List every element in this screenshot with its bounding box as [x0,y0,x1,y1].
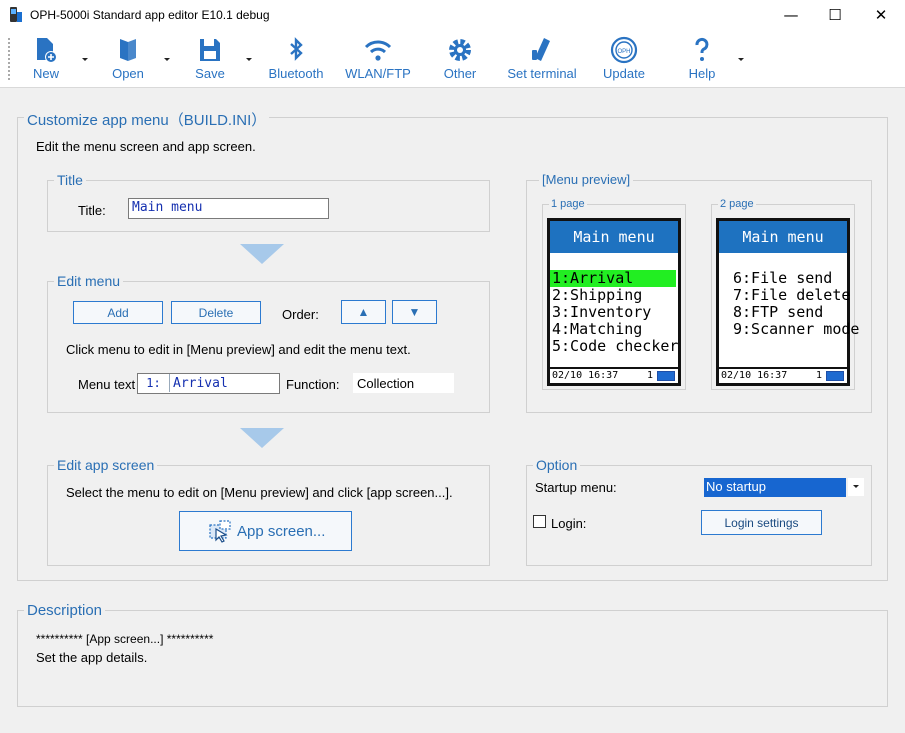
wifi-icon [364,40,392,61]
customize-header: Customize app menu（BUILD.INI） [24,109,270,130]
preview-2-num: 1 [815,370,822,381]
preview-1-status-bar: 02/10 16:37 1 [550,367,678,383]
order-down-button[interactable]: ▼ [392,300,437,324]
order-label: Order: [282,307,319,322]
app-screen-label: App screen... [237,523,326,540]
function-value: Collection [353,373,454,393]
preview-2-time: 02/10 16:37 [721,370,788,381]
edit-menu-hint: Click menu to edit in [Menu preview] and… [66,342,411,357]
login-checkbox[interactable] [533,515,546,528]
update-badge: OPH [617,49,630,55]
customize-subtitle: Edit the menu screen and app screen. [36,139,256,154]
toolbar-grip[interactable] [8,38,12,80]
open-button[interactable]: Open [108,34,148,84]
order-up-button[interactable]: ▲ [341,300,386,324]
preview-page-2[interactable]: Main menu 6:File send 7:File delete 8:FT… [716,218,859,386]
new-button[interactable]: New [26,34,66,84]
new-label: New [32,66,59,81]
menu-text-label: Menu text [78,377,136,392]
minimize-button[interactable]: — [768,0,814,31]
delete-button[interactable]: Delete [171,301,261,324]
edit-app-legend: Edit app screen [54,457,158,473]
app-screen-button[interactable]: App screen... [179,511,352,551]
preview-page-1-header: Main menu [550,221,678,253]
preview-page-1-label: 1 page [549,198,587,210]
menu-preview-legend: [Menu preview] [539,172,634,187]
update-refresh-icon: OPH [610,36,638,64]
flow-arrow-2 [240,428,284,448]
menu-text-input[interactable]: 1: Arrival [137,373,280,394]
bluetooth-icon [290,37,303,61]
battery-icon [826,371,844,381]
battery-icon [657,371,675,381]
edit-menu-legend: Edit menu [54,273,124,289]
startup-menu-label: Startup menu: [535,480,617,495]
save-dropdown[interactable] [244,54,254,64]
preview-page-1[interactable]: Main menu 1:Arrival 2:Shipping 3:Invento… [547,218,681,386]
help-label: Help [688,66,716,81]
maximize-button[interactable]: ☐ [812,0,858,31]
help-dropdown[interactable] [736,54,746,64]
option-legend: Option [533,457,581,473]
title-input[interactable]: Main menu [128,198,329,219]
preview-2-item-2[interactable]: 7:File delete [733,287,850,304]
preview-page-2-label: 2 page [718,198,756,210]
gear-icon [449,39,471,61]
open-dropdown[interactable] [162,54,172,64]
menu-index: 1: [138,374,170,392]
flow-arrow-1 [240,244,284,264]
preview-2-item-1[interactable]: 6:File send [733,270,832,287]
function-label: Function: [286,377,340,392]
set-terminal-label: Set terminal [507,66,577,81]
menu-text-value: Arrival [173,376,228,391]
set-terminal-button[interactable]: Set terminal [503,34,581,84]
other-button[interactable]: Other [438,34,482,84]
login-label: Login: [551,516,587,531]
save-label: Save [195,66,225,81]
open-book-icon [120,39,136,61]
description-line-2: Set the app details. [36,650,148,665]
wlan-ftp-label: WLAN/FTP [345,66,411,81]
preview-2-status-bar: 02/10 16:37 1 [719,367,847,383]
scanner-terminal-icon [532,38,550,61]
title-legend: Title [54,172,86,188]
preview-1-item-1[interactable]: 1:Arrival [550,270,676,287]
preview-1-time: 02/10 16:37 [552,370,619,381]
description-line-1: ********** [App screen...] ********** [36,632,214,646]
close-button[interactable]: ✕ [858,0,904,31]
window-title: OPH-5000i Standard app editor E10.1 debu… [30,8,270,22]
edit-app-hint: Select the menu to edit on [Menu preview… [66,485,453,500]
preview-1-item-4[interactable]: 4:Matching [552,321,642,338]
description-panel [17,610,888,707]
startup-menu-select[interactable]: No startup [704,478,846,497]
login-settings-button[interactable]: Login settings [701,510,822,535]
description-legend: Description [24,602,106,619]
preview-2-item-3[interactable]: 8:FTP send [733,304,823,321]
wlan-ftp-button[interactable]: WLAN/FTP [345,34,411,84]
preview-1-num: 1 [646,370,653,381]
preview-1-item-2[interactable]: 2:Shipping [552,287,642,304]
new-dropdown[interactable] [80,54,90,64]
floppy-disk-icon [200,39,220,61]
bluetooth-label: Bluetooth [268,66,324,81]
title-label: Title: [78,203,106,218]
help-question-icon [695,37,709,61]
new-file-icon [37,38,57,63]
startup-menu-dropdown[interactable] [848,478,864,496]
edit-window-cursor-icon [209,520,231,543]
update-button[interactable]: OPH Update [598,34,650,84]
app-icon [10,7,22,22]
preview-1-item-3[interactable]: 3:Inventory [552,304,651,321]
preview-1-item-5[interactable]: 5:Code checker [552,338,678,355]
bluetooth-button[interactable]: Bluetooth [266,34,326,84]
other-label: Other [443,66,477,81]
open-label: Open [112,66,144,81]
preview-2-item-4[interactable]: 9:Scanner mode [733,321,859,338]
preview-page-2-header: Main menu [719,221,847,253]
help-button[interactable]: Help [684,34,720,84]
save-button[interactable]: Save [190,34,230,84]
add-button[interactable]: Add [73,301,163,324]
update-label: Update [603,66,645,81]
